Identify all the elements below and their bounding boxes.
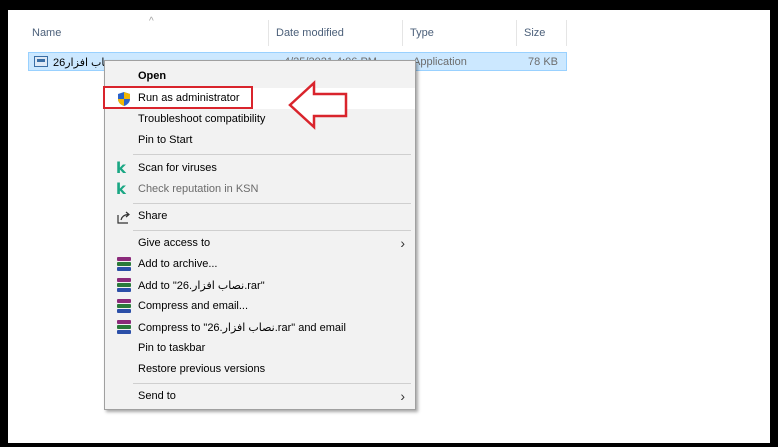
menu-item-label: Compress to "26.نصاب افزار.rar" and emai… [138,322,346,334]
column-header-size[interactable]: Size [524,27,545,39]
menu-item-scan-viruses[interactable]: k Scan for viruses [105,158,415,179]
column-header-date[interactable]: Date modified [276,27,344,39]
file-size: 78 KB [528,56,558,68]
menu-item-label: Troubleshoot compatibility [138,113,266,125]
menu-item-label: Send to [138,390,176,402]
annotation-arrow-icon [288,80,348,130]
menu-item-label: Open [138,70,167,82]
menu-item-label: Scan for viruses [138,162,217,174]
menu-item-add-archive[interactable]: Add to archive... [105,254,415,275]
kaspersky-k-icon: k [116,159,126,177]
menu-item-share[interactable]: Share [105,206,415,227]
menu-item-label: Restore previous versions [138,363,266,375]
menu-item-add-to-rar[interactable]: Add to "26.نصاب افزار.rar" [105,275,415,296]
context-menu: Open Run as administrator Troubleshoot c… [104,60,416,410]
winrar-books-icon [117,299,131,313]
menu-item-send-to[interactable]: Send to › [105,386,415,407]
column-divider[interactable] [516,20,517,46]
column-header-type[interactable]: Type [410,27,434,39]
annotation-highlight-box [103,86,253,109]
winrar-books-icon [117,320,131,334]
winrar-books-icon [117,278,131,292]
menu-item-label: Pin to Start [138,134,193,146]
menu-item-give-access[interactable]: Give access to › [105,233,415,254]
column-divider[interactable] [268,20,269,46]
chevron-right-icon: › [400,388,405,404]
menu-item-restore-versions[interactable]: Restore previous versions [105,359,415,380]
column-divider[interactable] [566,20,567,46]
kaspersky-k-icon: k [116,180,126,198]
share-icon [117,211,130,224]
menu-item-pin-taskbar[interactable]: Pin to taskbar [105,338,415,359]
menu-item-label: Pin to taskbar [138,342,206,354]
menu-item-label: Share [138,210,168,222]
menu-item-label: Add to "26.نصاب افزار.rar" [138,280,265,292]
menu-separator [133,154,411,155]
column-headers: ^ Name Date modified Type Size [8,16,770,48]
menu-item-label: Check reputation in KSN [138,183,259,195]
chevron-right-icon: › [400,235,405,251]
sort-ascending-icon: ^ [149,16,154,27]
menu-item-troubleshoot[interactable]: Troubleshoot compatibility [105,109,415,130]
winrar-books-icon [117,257,131,271]
column-header-name[interactable]: Name [32,27,61,39]
menu-separator [133,230,411,231]
application-icon [34,56,48,67]
column-divider[interactable] [402,20,403,46]
menu-separator [133,383,411,384]
menu-item-open[interactable]: Open [105,66,415,87]
menu-separator [133,203,411,204]
menu-item-check-ksn[interactable]: k Check reputation in KSN [105,179,415,200]
menu-item-label: Give access to [138,237,211,249]
file-type: Application [413,56,467,68]
menu-item-pin-to-start[interactable]: Pin to Start [105,130,415,151]
menu-item-label: Compress and email... [138,300,249,312]
menu-item-compress-email[interactable]: Compress and email... [105,296,415,317]
menu-item-label: Add to archive... [138,258,218,270]
menu-item-compress-rar-email[interactable]: Compress to "26.نصاب افزار.rar" and emai… [105,317,415,338]
